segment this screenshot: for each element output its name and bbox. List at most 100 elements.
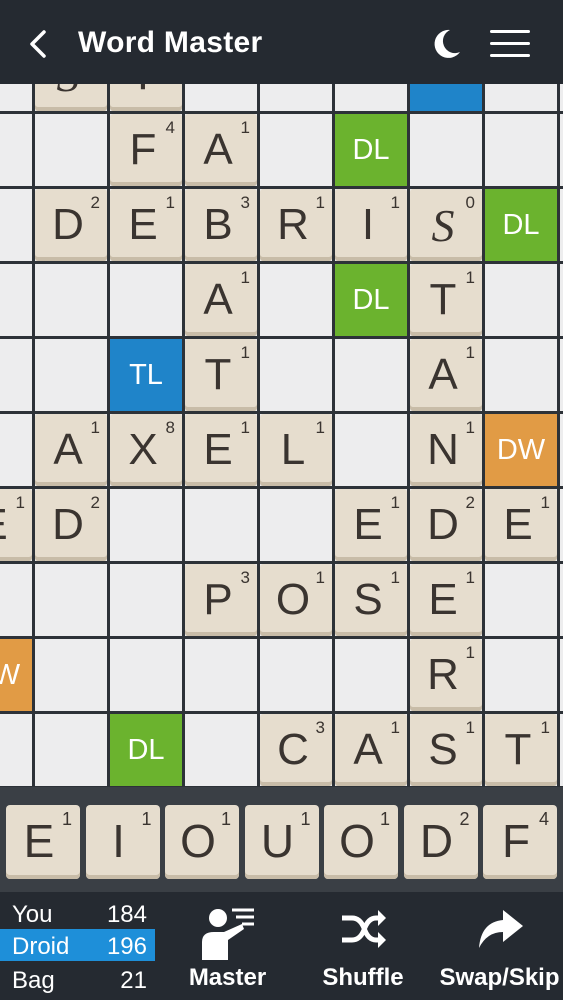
bag-label: Bag [12, 967, 55, 994]
moon-icon[interactable] [428, 26, 464, 62]
board-cell[interactable] [0, 114, 32, 186]
opponent-name: Droid [12, 933, 70, 960]
board-tile: E1 [0, 489, 32, 561]
board-tile: S1 [410, 714, 482, 786]
board-cell[interactable] [485, 564, 557, 636]
swap-skip-label: Swap/Skip [439, 964, 560, 991]
board-cell[interactable] [35, 339, 107, 411]
tile-value: 1 [465, 718, 475, 737]
master-button[interactable]: Master [180, 892, 275, 1000]
tile-value: 1 [61, 809, 72, 829]
rack-tile[interactable]: D2 [403, 805, 478, 879]
board-cell[interactable] [185, 714, 257, 786]
board-tile: T [110, 84, 182, 111]
board-cell[interactable] [35, 114, 107, 186]
board-cell[interactable] [35, 714, 107, 786]
board-tile: F4 [110, 114, 182, 186]
board-cell[interactable] [110, 264, 182, 336]
board-cell[interactable] [0, 714, 32, 786]
swap-skip-button[interactable]: Swap/Skip [436, 892, 563, 1000]
board-cell[interactable] [185, 84, 257, 111]
share-arrow-icon [478, 910, 523, 948]
premium-square-dl[interactable]: DL [335, 114, 407, 186]
tile-value: 8 [165, 418, 175, 437]
chevron-left-icon[interactable] [24, 26, 54, 62]
game-board: TLDLDLDLTLDWDWDLSTF4A1D2E1B3R1I1S0A1T1T1… [0, 84, 563, 787]
shuffle-icon [342, 910, 386, 948]
premium-square-dw[interactable]: DW [0, 639, 32, 711]
board-cell[interactable] [260, 264, 332, 336]
tile-value: 0 [465, 193, 475, 212]
hamburger-menu-icon[interactable] [490, 30, 530, 60]
premium-square-dw[interactable]: DW [485, 414, 557, 486]
master-label: Master [188, 964, 267, 991]
board-cell[interactable] [0, 414, 32, 486]
board-tile: S [35, 84, 107, 111]
board-cell[interactable] [485, 639, 557, 711]
board-cell[interactable] [335, 414, 407, 486]
board-cell[interactable] [485, 339, 557, 411]
board-cell[interactable] [110, 639, 182, 711]
premium-square-tl[interactable]: TL [110, 339, 182, 411]
board-cell[interactable] [260, 84, 332, 111]
board-cell[interactable] [110, 489, 182, 561]
tile-value: 1 [390, 493, 400, 512]
premium-square-tl[interactable]: TL [410, 84, 482, 111]
premium-square-dl[interactable]: DL [110, 714, 182, 786]
rack-tile[interactable]: O1 [324, 805, 398, 879]
shuffle-button[interactable]: Shuffle [316, 892, 410, 1000]
board-cell[interactable] [0, 339, 32, 411]
board-tile: A1 [185, 264, 257, 336]
top-bar: Word Master [0, 0, 563, 84]
board-cell[interactable] [260, 114, 332, 186]
tile-value: 1 [240, 118, 250, 137]
tile-value: 1 [390, 718, 400, 737]
tile-value: 1 [141, 809, 152, 829]
rack-tile[interactable]: U1 [244, 805, 319, 879]
board-cell[interactable] [185, 489, 257, 561]
board-cell[interactable] [0, 84, 32, 111]
board-cell[interactable] [485, 84, 557, 111]
board-tile: E1 [485, 489, 557, 561]
board-cell[interactable] [35, 564, 107, 636]
board-cell[interactable] [35, 639, 107, 711]
board-tile: D2 [35, 489, 107, 561]
board-cell[interactable] [485, 264, 557, 336]
tile-value: 1 [465, 643, 475, 662]
board-cell[interactable] [335, 639, 407, 711]
board-cell[interactable] [110, 564, 182, 636]
board-cell[interactable] [35, 264, 107, 336]
board-tile: E1 [185, 414, 257, 486]
board-tile: I1 [335, 189, 407, 261]
board-tile: X8 [110, 414, 182, 486]
premium-square-dl[interactable]: DL [485, 189, 557, 261]
board-tile: E1 [110, 189, 182, 261]
board-tile: A1 [35, 414, 107, 486]
rack-tile[interactable]: F4 [483, 805, 557, 879]
board-cell[interactable] [335, 339, 407, 411]
board-cell[interactable] [0, 264, 32, 336]
board-tile: A1 [185, 114, 257, 186]
board-cell[interactable] [410, 114, 482, 186]
board-cell[interactable] [485, 114, 557, 186]
tile-value: 1 [390, 568, 400, 587]
tile-value: 3 [315, 718, 325, 737]
player-name: You [12, 901, 53, 928]
board-cell[interactable] [260, 639, 332, 711]
tile-value: 1 [240, 343, 250, 362]
board-tile: A1 [335, 714, 407, 786]
tile-value: 1 [165, 193, 175, 212]
board-cell[interactable] [185, 639, 257, 711]
board-cell[interactable] [260, 339, 332, 411]
rack-tile[interactable]: I1 [85, 805, 160, 879]
board-cell[interactable] [0, 189, 32, 261]
board-cell[interactable] [335, 84, 407, 111]
board-cell[interactable] [0, 564, 32, 636]
board-tile: S0 [410, 189, 482, 261]
board-cell[interactable] [260, 489, 332, 561]
premium-square-dl[interactable]: DL [335, 264, 407, 336]
rack-tile[interactable]: E1 [6, 805, 80, 879]
tile-letter: T [110, 84, 176, 105]
board-tile: O1 [260, 564, 332, 636]
rack-tile[interactable]: O1 [165, 805, 239, 879]
